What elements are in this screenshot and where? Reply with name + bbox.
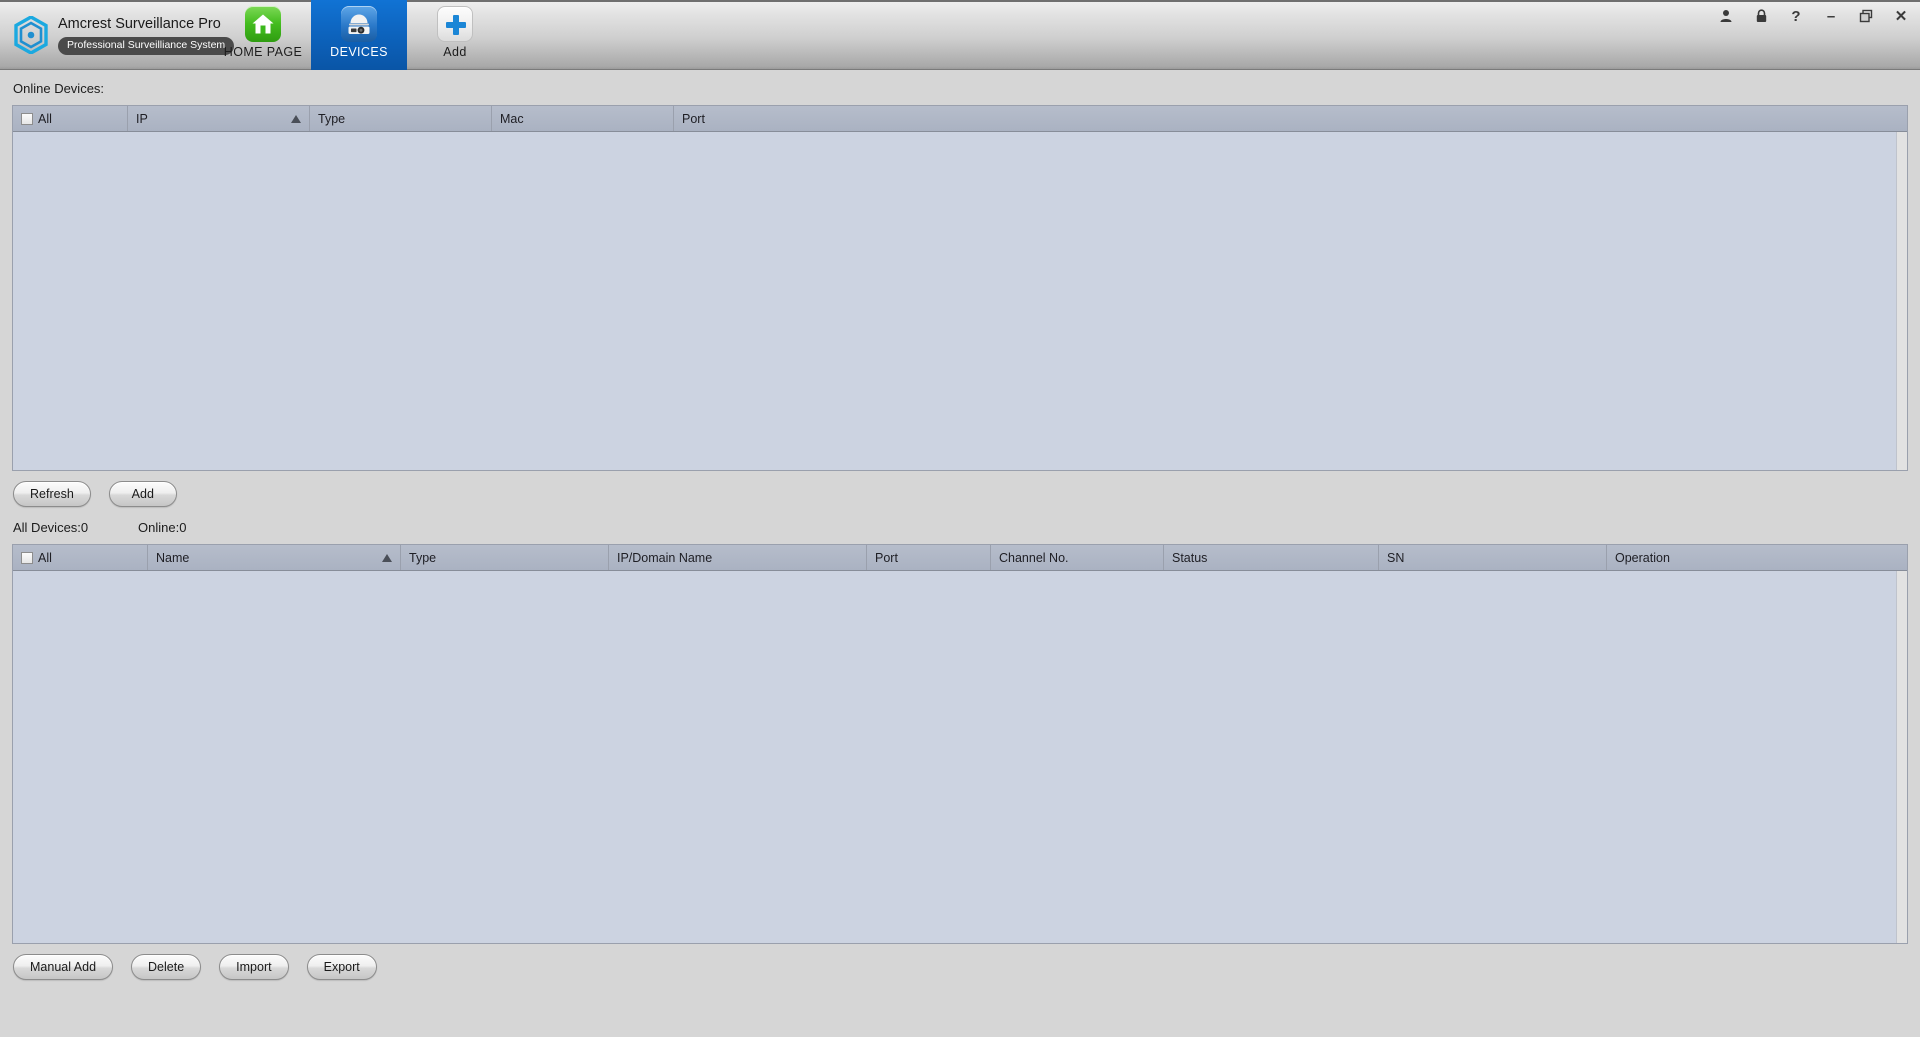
online-devices-sort-ascending-icon [291,114,301,123]
all-devices-column-channel_no[interactable]: Channel No. [991,545,1164,570]
home-icon [245,6,281,42]
window-controls: ? – ✕ [1717,7,1910,25]
add-button[interactable]: Add [108,481,177,507]
all-devices-body [13,571,1907,943]
manual-add-button[interactable]: Manual Add [13,954,114,980]
all-devices-column-ip_domain[interactable]: IP/Domain Name [609,545,867,570]
all-devices-buttons: Manual Add Delete Import Export [12,944,1908,980]
devices-page: Online Devices: All IP Type Mac Port Refresh… [0,70,1920,1037]
all-devices-column-label-operation: Operation [1615,550,1670,565]
tab-home-page-label: HOME PAGE [223,45,303,59]
lock-icon[interactable] [1752,7,1770,25]
all-devices-scrollbar[interactable] [1896,571,1907,943]
online-devices-header-row: All IP Type Mac Port [13,106,1907,132]
refresh-button[interactable]: Refresh [13,481,91,507]
device-counts: All Devices:0 Online:0 [12,507,1908,544]
all-devices-column-name[interactable]: Name [148,545,401,570]
online-devices-column-mac[interactable]: Mac [492,106,674,131]
tab-add-label: Add [443,45,467,59]
plus-icon [437,6,473,42]
online-devices-buttons: Refresh Add [12,471,1908,507]
all-devices-column-label-sn: SN [1387,550,1405,565]
online-devices-label: Online Devices: [13,81,105,96]
all-devices-column-port[interactable]: Port [867,545,991,570]
online-devices-select-all-checkbox[interactable] [21,112,33,125]
online-devices-column-all[interactable]: All [13,106,128,131]
all-devices-table: All Name Type IP/Domain Name Port Channel No.… [12,544,1908,944]
tab-devices-label: DEVICES [330,45,388,59]
all-devices-column-label-ip_domain: IP/Domain Name [617,550,713,565]
all-devices-column-operation[interactable]: Operation [1607,545,1907,570]
dome-camera-icon [341,6,377,42]
all-devices-column-label-channel_no: Channel No. [999,550,1069,565]
all-devices-column-label-port: Port [875,550,898,565]
online-devices-column-label-mac: Mac [500,111,524,126]
online-devices-table: All IP Type Mac Port [12,105,1908,471]
online-devices-column-ip[interactable]: IP [128,106,310,131]
app-title: Amcrest Surveillance Pro [58,15,221,32]
all-devices-column-status[interactable]: Status [1164,545,1379,570]
import-button[interactable]: Import [219,954,289,980]
all-devices-column-type[interactable]: Type [401,545,609,570]
question-mark-icon[interactable]: ? [1787,7,1805,25]
online-devices-column-label-type: Type [318,111,346,126]
online-devices-column-label-port: Port [682,111,705,126]
all-devices-column-sn[interactable]: SN [1379,545,1607,570]
online-count: Online:0 [138,520,187,535]
tab-devices[interactable]: DEVICES [311,0,407,70]
all-devices-header-row: All Name Type IP/Domain Name Port Channel No.… [13,545,1907,571]
all-devices-column-label-all: All [38,550,52,565]
delete-button[interactable]: Delete [131,954,202,980]
online-devices-column-label-ip: IP [136,111,148,126]
minimize-icon[interactable]: – [1822,7,1840,25]
all-devices-sort-ascending-icon [382,553,392,562]
all-devices-column-label-status: Status [1172,550,1208,565]
all-devices-count: All Devices:0 [13,520,89,535]
online-devices-column-port[interactable]: Port [674,106,1907,131]
all-devices-column-label-name: Name [156,550,190,565]
online-devices-column-type[interactable]: Type [310,106,492,131]
main-tabs: HOME PAGE DEVICES Add [215,0,503,70]
app-brand: Amcrest Surveillance Pro Professional Su… [0,0,235,70]
user-icon[interactable] [1717,7,1735,25]
close-icon[interactable]: ✕ [1892,7,1910,25]
all-devices-column-label-type: Type [409,550,437,565]
restore-icon[interactable] [1857,7,1875,25]
amcrest-hexagon-logo-icon [14,15,48,55]
tab-add[interactable]: Add [407,0,503,70]
app-subtitle-badge: Professional Surveilliance System [58,36,235,55]
title-bar: Amcrest Surveillance Pro Professional Su… [0,0,1920,70]
all-devices-select-all-checkbox[interactable] [21,551,33,564]
online-devices-body [13,132,1907,470]
export-button[interactable]: Export [306,954,377,980]
online-devices-scrollbar[interactable] [1896,132,1907,470]
all-devices-column-all[interactable]: All [13,545,148,570]
tab-home-page[interactable]: HOME PAGE [215,0,311,70]
online-devices-column-label-all: All [38,111,52,126]
